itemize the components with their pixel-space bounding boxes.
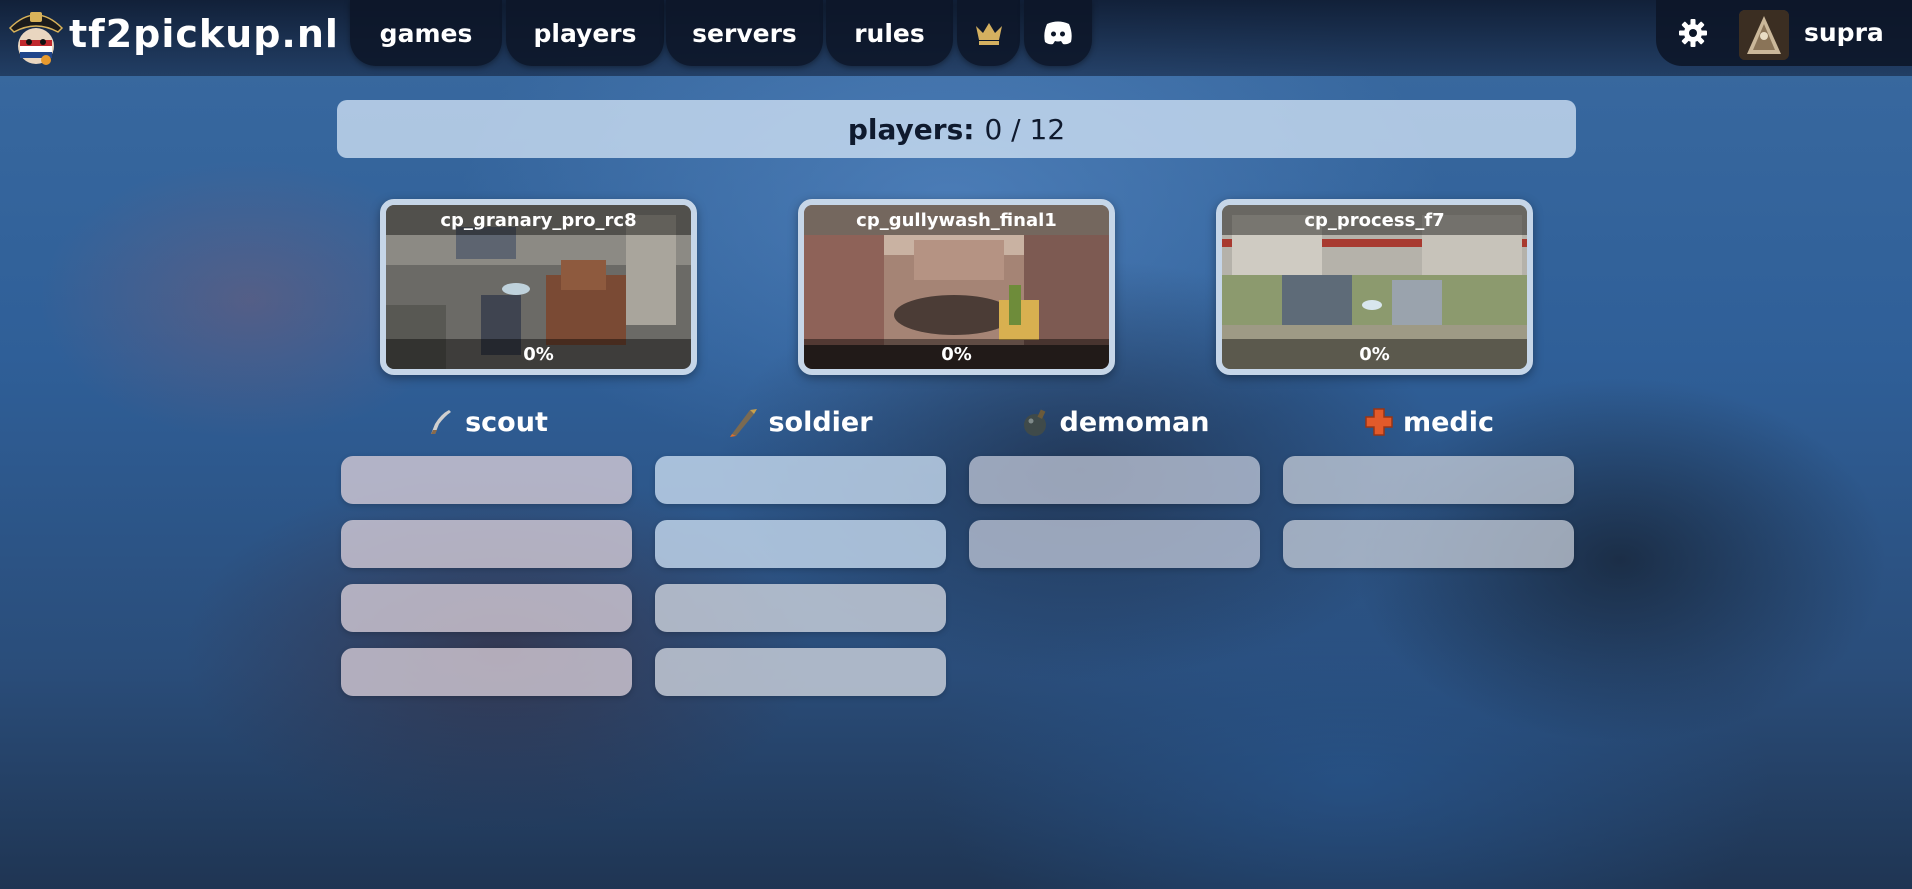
medic-slot[interactable] bbox=[1283, 520, 1574, 568]
class-header-soldier: soldier bbox=[655, 402, 946, 442]
nav-rules-label: rules bbox=[854, 18, 925, 48]
nav-players-label: players bbox=[533, 18, 637, 48]
demoman-slot[interactable] bbox=[969, 520, 1260, 568]
scout-slot[interactable] bbox=[341, 456, 632, 504]
scout-icon bbox=[431, 410, 452, 434]
class-header-demoman: demoman bbox=[969, 402, 1260, 442]
soldier-slot[interactable] bbox=[655, 584, 946, 632]
map-vote-percent: 0% bbox=[1222, 339, 1527, 369]
class-name: scout bbox=[465, 406, 548, 438]
nav-games[interactable]: games bbox=[350, 0, 502, 66]
map-name: cp_gullywash_final1 bbox=[804, 205, 1109, 235]
class-name: medic bbox=[1402, 406, 1495, 438]
soldier-icon bbox=[730, 409, 758, 437]
map-vote-percent: 0% bbox=[386, 339, 691, 369]
class-name: soldier bbox=[768, 406, 873, 438]
mascot-logo-icon bbox=[8, 12, 64, 65]
nav-games-label: games bbox=[379, 18, 473, 48]
nav-servers-label: servers bbox=[692, 18, 797, 48]
brand-name: tf2pickup.nl bbox=[69, 12, 339, 56]
scout-slot[interactable] bbox=[341, 584, 632, 632]
discord-button[interactable] bbox=[1024, 0, 1092, 66]
soldier-slot[interactable] bbox=[655, 456, 946, 504]
map-vote-percent: 0% bbox=[804, 339, 1109, 369]
players-label: players: bbox=[847, 112, 975, 146]
map-vote-card[interactable]: cp_granary_pro_rc8 0% bbox=[380, 199, 697, 375]
brand-link[interactable]: tf2pickup.nl bbox=[0, 0, 342, 76]
demoman-slot[interactable] bbox=[969, 456, 1260, 504]
avatar-image bbox=[1739, 10, 1789, 60]
username[interactable]: supra bbox=[1804, 18, 1884, 47]
soldier-slot[interactable] bbox=[655, 520, 946, 568]
nav-servers[interactable]: servers bbox=[666, 0, 823, 66]
demoman-icon bbox=[1023, 409, 1046, 436]
crown-icon bbox=[975, 23, 1002, 45]
players-count: 0 / 12 bbox=[984, 112, 1066, 146]
class-header-scout: scout bbox=[341, 402, 632, 442]
settings-button[interactable] bbox=[1656, 0, 1730, 66]
class-header-medic: medic bbox=[1283, 402, 1574, 442]
scout-slot[interactable] bbox=[341, 648, 632, 696]
class-name: demoman bbox=[1059, 406, 1210, 438]
nav-players[interactable]: players bbox=[506, 0, 664, 66]
map-vote-card[interactable]: cp_gullywash_final1 0% bbox=[798, 199, 1115, 375]
soldier-slot[interactable] bbox=[655, 648, 946, 696]
avatar[interactable] bbox=[1739, 10, 1789, 60]
scout-slot[interactable] bbox=[341, 520, 632, 568]
players-counter: players: 0 / 12 bbox=[337, 100, 1576, 158]
nav-rules[interactable]: rules bbox=[826, 0, 953, 66]
map-name: cp_process_f7 bbox=[1222, 205, 1527, 235]
map-vote-card[interactable]: cp_process_f7 0% bbox=[1216, 199, 1533, 375]
discord-icon bbox=[1044, 21, 1072, 45]
map-name: cp_granary_pro_rc8 bbox=[386, 205, 691, 235]
gear-icon bbox=[1679, 19, 1707, 47]
hall-of-fame-button[interactable] bbox=[957, 0, 1020, 66]
medic-icon bbox=[1365, 408, 1393, 436]
medic-slot[interactable] bbox=[1283, 456, 1574, 504]
